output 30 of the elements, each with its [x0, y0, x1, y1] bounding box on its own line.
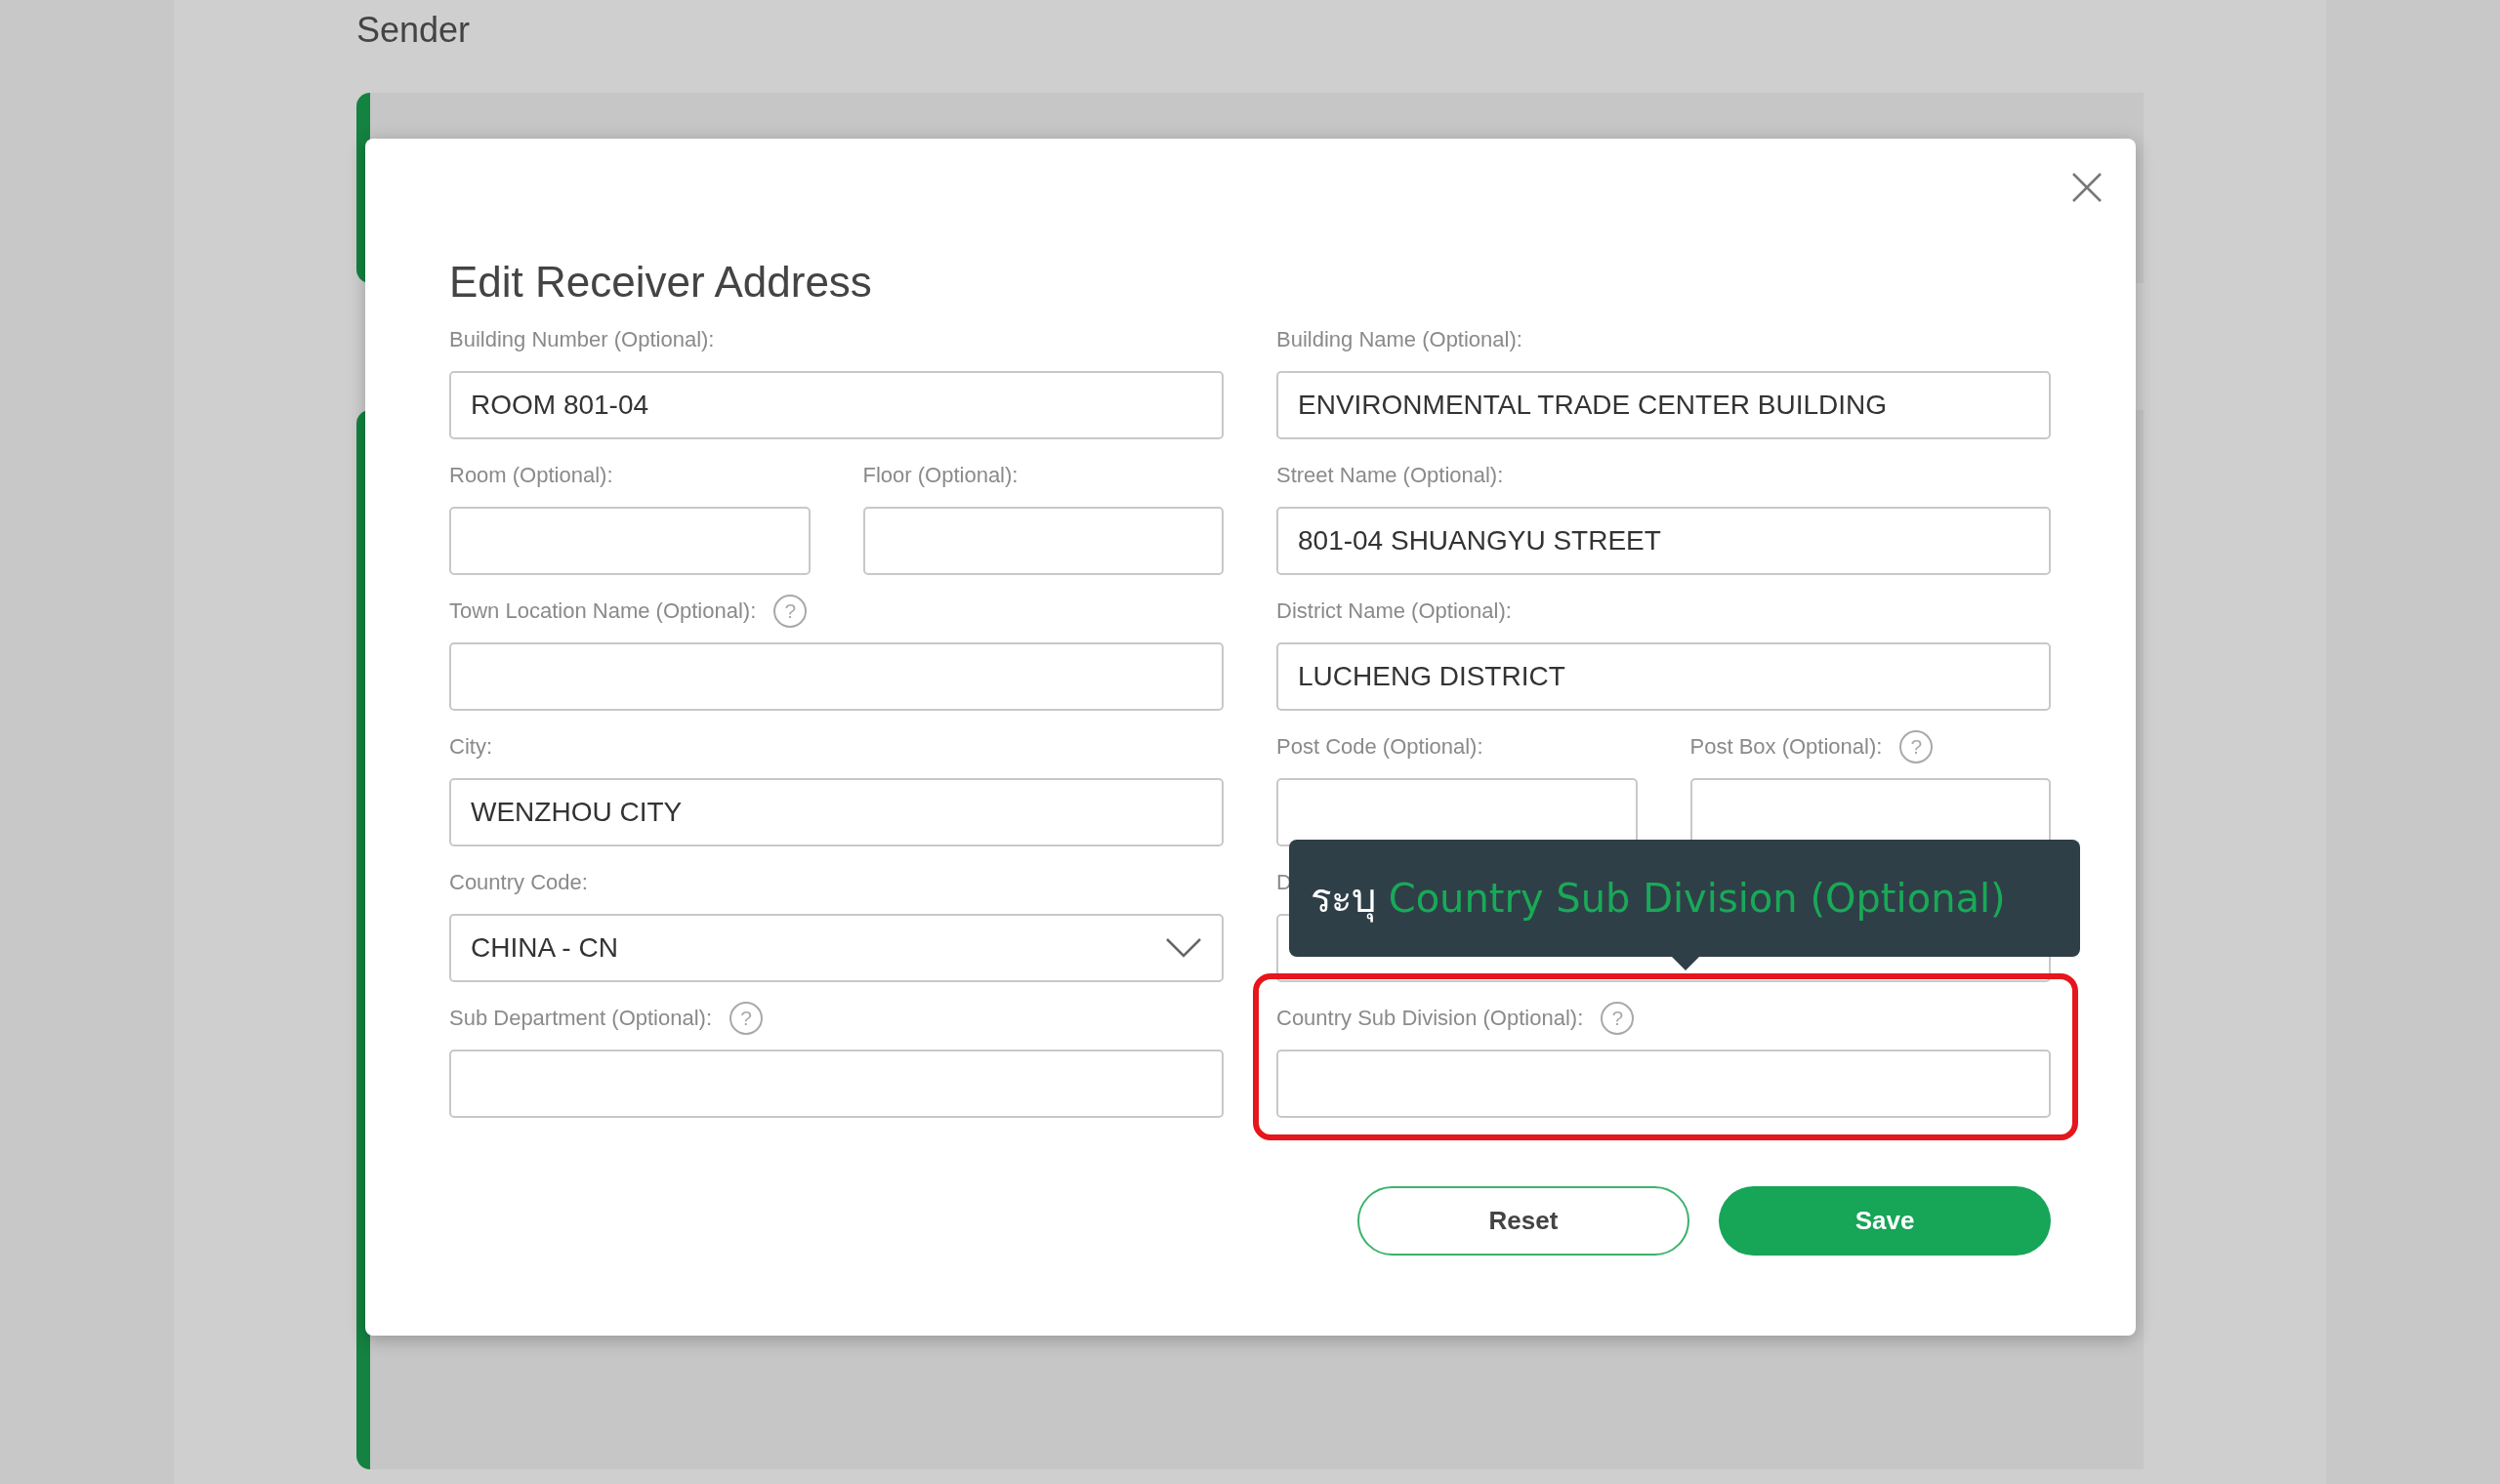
tooltip-text: ระบุ Country Sub Division (Optional) [1311, 875, 2006, 925]
close-icon[interactable] [2071, 172, 2103, 203]
field-label: Building Name (Optional): [1276, 327, 1522, 352]
input-field[interactable] [1276, 1050, 2051, 1118]
field-label: Room (Optional): [449, 463, 613, 488]
field-label: Country Sub Division (Optional): [1276, 1006, 1584, 1031]
input-field[interactable]: 801-04 SHUANGYU STREET [1276, 507, 2051, 575]
field-label: Town Location Name (Optional): [449, 598, 757, 624]
field-label: Floor (Optional): [862, 463, 1019, 488]
field-label: Post Box (Optional): [1689, 734, 1883, 760]
field-label: City: [449, 734, 492, 760]
field-label: Street Name (Optional): [1276, 463, 1504, 488]
country-select[interactable]: CHINA - CN [449, 914, 1224, 982]
input-field[interactable] [449, 642, 1224, 711]
section-heading: Sender [356, 10, 472, 52]
chevron-down-icon [1165, 937, 1202, 959]
input-field[interactable] [449, 507, 811, 575]
field-label: Building Number (Optional): [449, 327, 715, 352]
field-label: Post Code (Optional): [1276, 734, 1483, 760]
input-field[interactable]: WENZHOU CITY [449, 778, 1224, 846]
field-label: District Name (Optional): [1276, 598, 1512, 624]
input-field[interactable]: LUCHENG DISTRICT [1276, 642, 2051, 711]
dialog-title: Edit Receiver Address [449, 258, 873, 308]
input-field[interactable]: ROOM 801-04 [449, 371, 1224, 439]
reset-button[interactable]: Reset [1357, 1186, 1689, 1256]
field-label: Country Code: [449, 870, 588, 895]
input-field[interactable]: ENVIRONMENTAL TRADE CENTER BUILDING [1276, 371, 2051, 439]
field-label: Sub Department (Optional): [449, 1006, 713, 1031]
input-field[interactable] [449, 1050, 1224, 1118]
input-field[interactable] [862, 507, 1224, 575]
